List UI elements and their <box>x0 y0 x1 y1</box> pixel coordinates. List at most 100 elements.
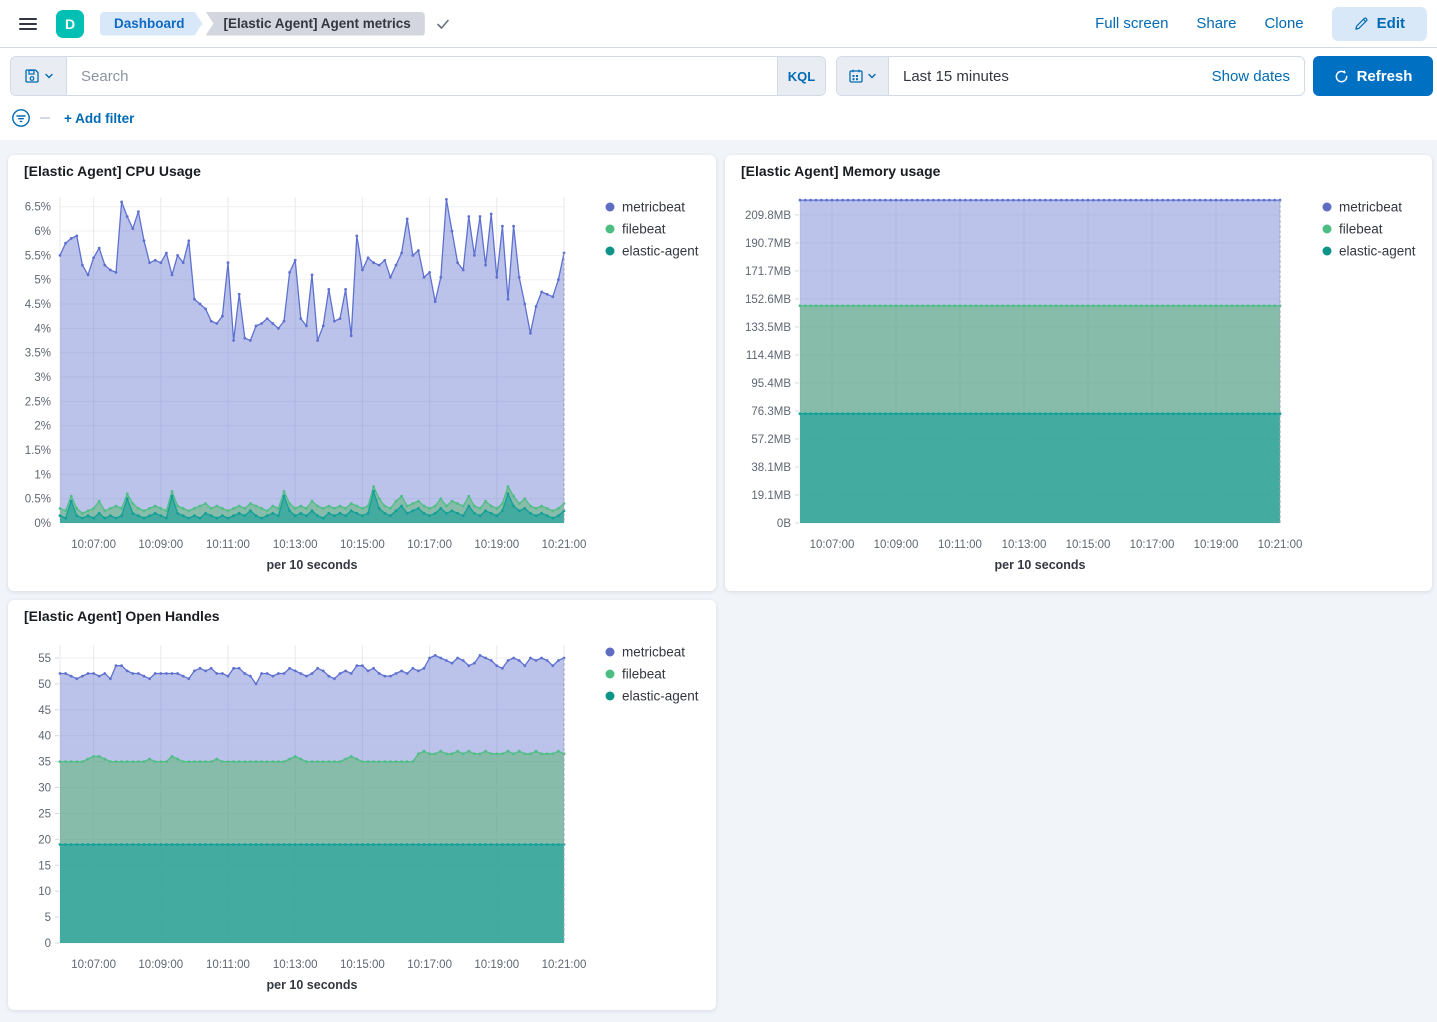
series-metricbeat-marker <box>316 667 319 670</box>
legend-label-filebeat: filebeat <box>622 667 666 682</box>
series-elastic-agent-marker <box>1081 412 1084 415</box>
series-elastic-agent-marker <box>339 512 342 515</box>
search-input[interactable] <box>67 57 777 95</box>
series-elastic-agent-marker <box>495 843 498 846</box>
kql-language-button[interactable]: KQL <box>777 57 825 95</box>
series-elastic-agent-marker <box>512 505 515 508</box>
series-metricbeat-marker <box>159 261 162 264</box>
series-elastic-agent-marker <box>350 843 353 846</box>
show-dates-button[interactable]: Show dates <box>1212 68 1304 85</box>
series-filebeat-marker <box>1140 304 1143 307</box>
breadcrumb-dashboard[interactable]: Dashboard <box>100 12 203 36</box>
edit-button[interactable]: Edit <box>1332 7 1427 41</box>
series-metricbeat-marker <box>1199 199 1202 202</box>
series-elastic-agent-marker <box>467 505 470 508</box>
filter-icon[interactable] <box>10 107 32 129</box>
series-metricbeat-marker <box>495 664 498 667</box>
series-elastic-agent-marker <box>445 512 448 515</box>
series-metricbeat-marker <box>873 199 876 202</box>
series-elastic-agent-marker <box>1065 412 1068 415</box>
series-elastic-agent-marker <box>540 843 543 846</box>
series-metricbeat-marker <box>501 225 504 228</box>
series-filebeat-marker <box>501 752 504 755</box>
series-metricbeat-marker <box>210 667 213 670</box>
series-metricbeat-marker <box>1081 199 1084 202</box>
series-elastic-agent-marker <box>411 843 414 846</box>
legend-dot-filebeat <box>1323 225 1332 234</box>
series-filebeat-marker <box>417 500 420 503</box>
series-elastic-agent-marker <box>148 514 151 517</box>
series-elastic-agent-marker <box>187 843 190 846</box>
series-metricbeat-marker <box>1007 199 1010 202</box>
series-filebeat-marker <box>948 304 951 307</box>
legend-dot-metricbeat <box>606 203 615 212</box>
series-elastic-agent-marker <box>87 514 90 517</box>
saved-query-menu-button[interactable] <box>11 57 67 95</box>
series-elastic-agent-marker <box>529 843 532 846</box>
query-bar: KQL Last 15 minutes Show dates Refresh <box>0 56 1437 96</box>
legend-label-elastic-agent: elastic-agent <box>1339 244 1416 259</box>
add-filter-button[interactable]: + Add filter <box>64 111 134 126</box>
series-metricbeat-marker <box>540 291 543 294</box>
series-elastic-agent-marker <box>361 514 364 517</box>
series-filebeat-marker <box>322 507 325 510</box>
refresh-button[interactable]: Refresh <box>1313 56 1433 96</box>
series-metricbeat-marker <box>529 332 532 335</box>
full-screen-button[interactable]: Full screen <box>1095 15 1168 32</box>
series-elastic-agent-marker <box>959 412 962 415</box>
series-filebeat-marker <box>131 760 134 763</box>
series-elastic-agent-marker <box>879 412 882 415</box>
series-metricbeat-marker <box>1161 199 1164 202</box>
series-filebeat-marker <box>271 760 274 763</box>
series-metricbeat-marker <box>943 199 946 202</box>
series-metricbeat-marker <box>1236 199 1239 202</box>
date-quick-select-button[interactable] <box>837 57 889 95</box>
series-filebeat-marker <box>1241 304 1244 307</box>
series-metricbeat-marker <box>344 670 347 673</box>
series-filebeat-marker <box>204 502 207 505</box>
x-tick-label: 10:17:00 <box>1130 539 1175 551</box>
menu-hamburger-icon[interactable] <box>8 4 48 44</box>
clone-button[interactable]: Clone <box>1264 15 1303 32</box>
series-elastic-agent-marker <box>75 514 78 517</box>
series-metricbeat-marker <box>260 672 263 675</box>
series-metricbeat-marker <box>546 659 549 662</box>
series-filebeat-marker <box>143 509 146 512</box>
series-filebeat-marker <box>210 760 213 763</box>
x-tick-label: 10:09:00 <box>138 959 183 971</box>
series-metricbeat-marker <box>406 672 409 675</box>
series-filebeat-marker <box>87 758 90 761</box>
series-filebeat-marker <box>462 505 465 508</box>
series-metricbeat-marker <box>473 254 476 257</box>
series-elastic-agent-marker <box>847 412 850 415</box>
series-elastic-agent-marker <box>294 843 297 846</box>
series-elastic-agent-marker <box>1247 412 1250 415</box>
series-filebeat-marker <box>187 760 190 763</box>
series-metricbeat-marker <box>126 670 129 673</box>
series-filebeat-marker <box>243 760 246 763</box>
series-filebeat-marker <box>271 505 274 508</box>
series-filebeat-marker <box>507 750 510 753</box>
series-metricbeat-marker <box>847 199 850 202</box>
y-tick-label: 4.5% <box>25 299 51 311</box>
time-range-value[interactable]: Last 15 minutes <box>889 68 1009 85</box>
series-filebeat-marker <box>1071 304 1074 307</box>
series-metricbeat-marker <box>243 337 246 340</box>
series-filebeat-marker <box>417 752 420 755</box>
series-filebeat-marker <box>311 500 314 503</box>
space-avatar[interactable]: D <box>56 10 84 38</box>
series-filebeat-marker <box>423 750 426 753</box>
series-metricbeat-marker <box>1092 199 1095 202</box>
series-metricbeat-marker <box>126 215 129 218</box>
series-filebeat-marker <box>103 758 106 761</box>
series-elastic-agent-marker <box>873 412 876 415</box>
series-metricbeat-marker <box>75 677 78 680</box>
series-filebeat-marker <box>825 304 828 307</box>
series-elastic-agent-marker <box>327 843 330 846</box>
series-elastic-agent-marker <box>462 514 465 517</box>
series-metricbeat-marker <box>1017 199 1020 202</box>
series-metricbeat-marker <box>148 261 151 264</box>
share-button[interactable]: Share <box>1196 15 1236 32</box>
x-axis-title: per 10 seconds <box>994 558 1085 572</box>
series-filebeat-marker <box>260 760 263 763</box>
